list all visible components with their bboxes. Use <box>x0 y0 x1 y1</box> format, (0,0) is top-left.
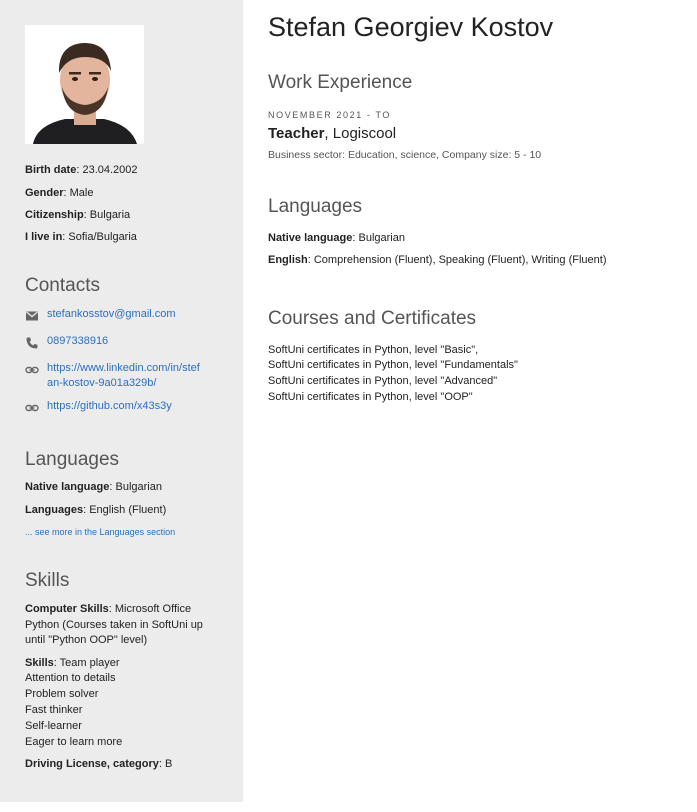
sidebar-other-languages: Languages: English (Fluent) <box>25 504 167 516</box>
skill-item: Eager to learn more <box>25 736 123 748</box>
email-contact: stefankosstov@gmail.com <box>25 308 225 324</box>
linkedin-link-line1[interactable]: https://www.linkedin.com/in/stef <box>47 362 200 374</box>
phone-contact: 0897338916 <box>25 335 225 351</box>
courses-heading: Courses and Certificates <box>268 308 477 329</box>
github-contact: https://github.com/x43s3y <box>25 400 225 416</box>
github-link[interactable]: https://github.com/x43s3y <box>47 400 172 412</box>
linkedin-link-line2[interactable]: an-kostov-9a01a329b/ <box>47 377 156 389</box>
profile-photo <box>25 25 144 144</box>
linkedin-contact: https://www.linkedin.com/in/stef an-kost… <box>25 362 225 394</box>
envelope-icon <box>25 309 39 323</box>
course-item: SoftUni certificates in Python, level "O… <box>268 391 473 403</box>
see-more-languages-link[interactable]: ... see more in the Languages section <box>25 527 175 537</box>
citizenship: Citizenship: Bulgaria <box>25 209 131 221</box>
course-item: SoftUni certificates in Python, level "F… <box>268 359 518 371</box>
skill-item: Self-learner <box>25 720 82 732</box>
sidebar-languages-heading: Languages <box>25 449 120 470</box>
location: I live in: Sofia/Bulgaria <box>25 231 137 243</box>
skills-list: Skills: Team player <box>25 657 120 669</box>
english-language: English: Comprehension (Fluent), Speakin… <box>268 254 607 266</box>
skill-item: Fast thinker <box>25 704 83 716</box>
skill-item: Problem solver <box>25 688 99 700</box>
course-item: SoftUni certificates in Python, level "A… <box>268 375 498 387</box>
languages-heading: Languages <box>268 196 363 217</box>
native-language: Native language: Bulgarian <box>268 232 405 244</box>
computer-skills-line: until "Python OOP" level) <box>25 634 148 646</box>
link-icon <box>25 363 39 377</box>
driving-license: Driving License, category: B <box>25 758 173 770</box>
skill-item: Attention to details <box>25 672 116 684</box>
link-icon <box>25 401 39 415</box>
birth-date: Birth date: 23.04.2002 <box>25 164 138 176</box>
job-title: Teacher, Logiscool <box>268 125 397 142</box>
phone-icon <box>25 336 39 350</box>
phone-link[interactable]: 0897338916 <box>47 335 108 347</box>
page-title: Stefan Georgiev Kostov <box>268 12 554 42</box>
work-experience-heading: Work Experience <box>268 72 413 93</box>
course-item: SoftUni certificates in Python, level "B… <box>268 344 479 356</box>
sidebar-native-language: Native language: Bulgarian <box>25 481 162 493</box>
computer-skills-line: Python (Courses taken in SoftUni up <box>25 619 203 631</box>
gender: Gender: Male <box>25 187 94 199</box>
computer-skills: Computer Skills: Microsoft Office <box>25 603 192 615</box>
job-date: NOVEMBER 2021 - TO <box>268 110 392 120</box>
contacts-heading: Contacts <box>25 275 100 296</box>
email-link[interactable]: stefankosstov@gmail.com <box>47 308 176 320</box>
skills-heading: Skills <box>25 570 70 591</box>
job-sector: Business sector: Education, science, Com… <box>268 149 542 161</box>
